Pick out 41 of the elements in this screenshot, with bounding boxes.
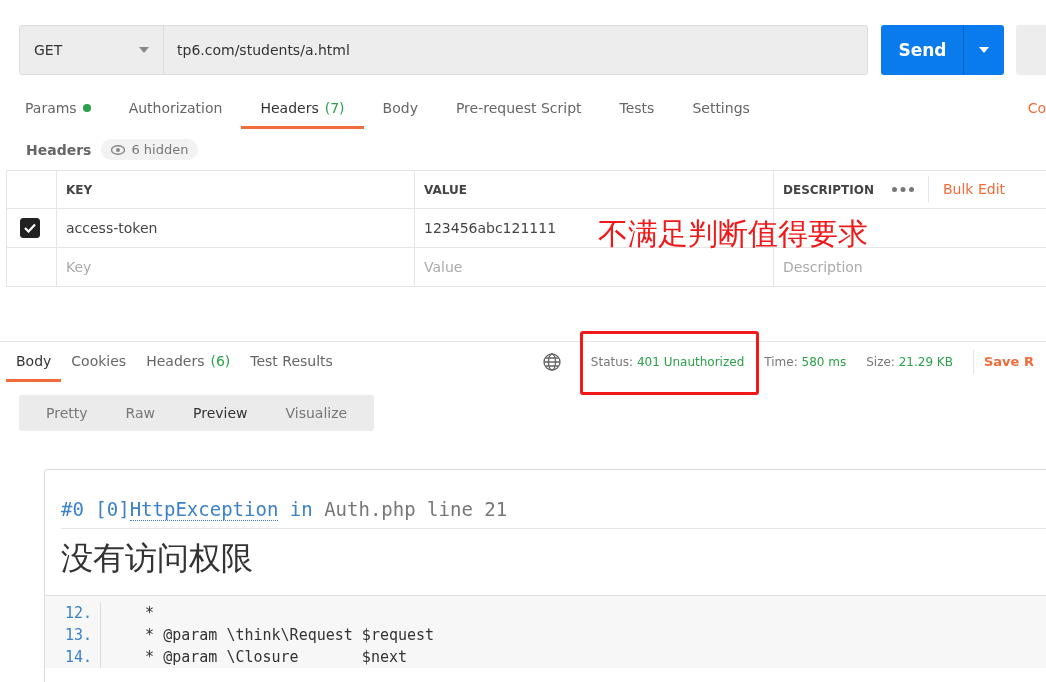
headers-title: Headers — [26, 141, 92, 158]
view-mode-tab[interactable]: Raw — [106, 395, 174, 431]
save-response-link[interactable]: Save R — [973, 350, 1034, 374]
response-meta: Size: 21.29 KB — [866, 355, 953, 369]
code-line: * — [144, 603, 156, 624]
column-header: KEY — [57, 171, 415, 208]
more-icon[interactable] — [892, 186, 914, 192]
hidden-headers-toggle[interactable]: 6 hidden — [101, 139, 199, 160]
caret-icon — [979, 47, 990, 53]
table-cell: access-token — [57, 209, 415, 247]
view-mode-tab[interactable]: Pretty — [27, 395, 107, 431]
line-number: 13. — [45, 624, 101, 646]
eye-icon — [111, 144, 126, 155]
request-tab[interactable]: Authorization — [109, 89, 242, 129]
request-tab[interactable]: Headers (7) — [241, 89, 364, 129]
code-line: * @param \think\Request $request — [144, 625, 436, 646]
response-tab[interactable]: Body — [6, 342, 62, 382]
response-tab[interactable]: Cookies — [61, 342, 137, 382]
checkbox[interactable] — [20, 218, 40, 238]
line-number: 12. — [45, 602, 101, 624]
request-tab[interactable]: Pre-request Script — [436, 89, 601, 129]
code-line: * @param \Closure $next — [144, 647, 408, 668]
bulk-edit-link[interactable]: Bulk Edit — [928, 176, 1006, 202]
response-tab[interactable]: Headers (6) — [136, 342, 241, 382]
check-icon — [24, 223, 36, 233]
view-mode-tab[interactable]: Visualize — [266, 395, 367, 431]
request-tab[interactable]: Settings — [673, 89, 769, 129]
response-meta: Status: 401 Unauthorized — [590, 355, 745, 369]
exception-title: #0 [0]HttpException in Auth.php line 21 — [61, 498, 1046, 529]
column-header: VALUE — [415, 171, 774, 208]
request-tab[interactable]: Body — [363, 89, 437, 129]
cookies-link[interactable]: Co — [1027, 99, 1046, 116]
response-tab[interactable]: Test Results — [240, 342, 343, 382]
column-header: DESCRIPTION — [782, 181, 875, 199]
response-meta: Time: 580 ms — [764, 355, 847, 369]
view-mode-tab[interactable]: Preview — [174, 395, 267, 431]
error-message: 没有访问权限 — [61, 538, 254, 579]
request-tab[interactable]: Tests — [600, 89, 674, 129]
request-tab[interactable]: Params — [6, 89, 110, 129]
globe-icon[interactable] — [542, 353, 561, 371]
line-number: 14. — [45, 646, 101, 668]
